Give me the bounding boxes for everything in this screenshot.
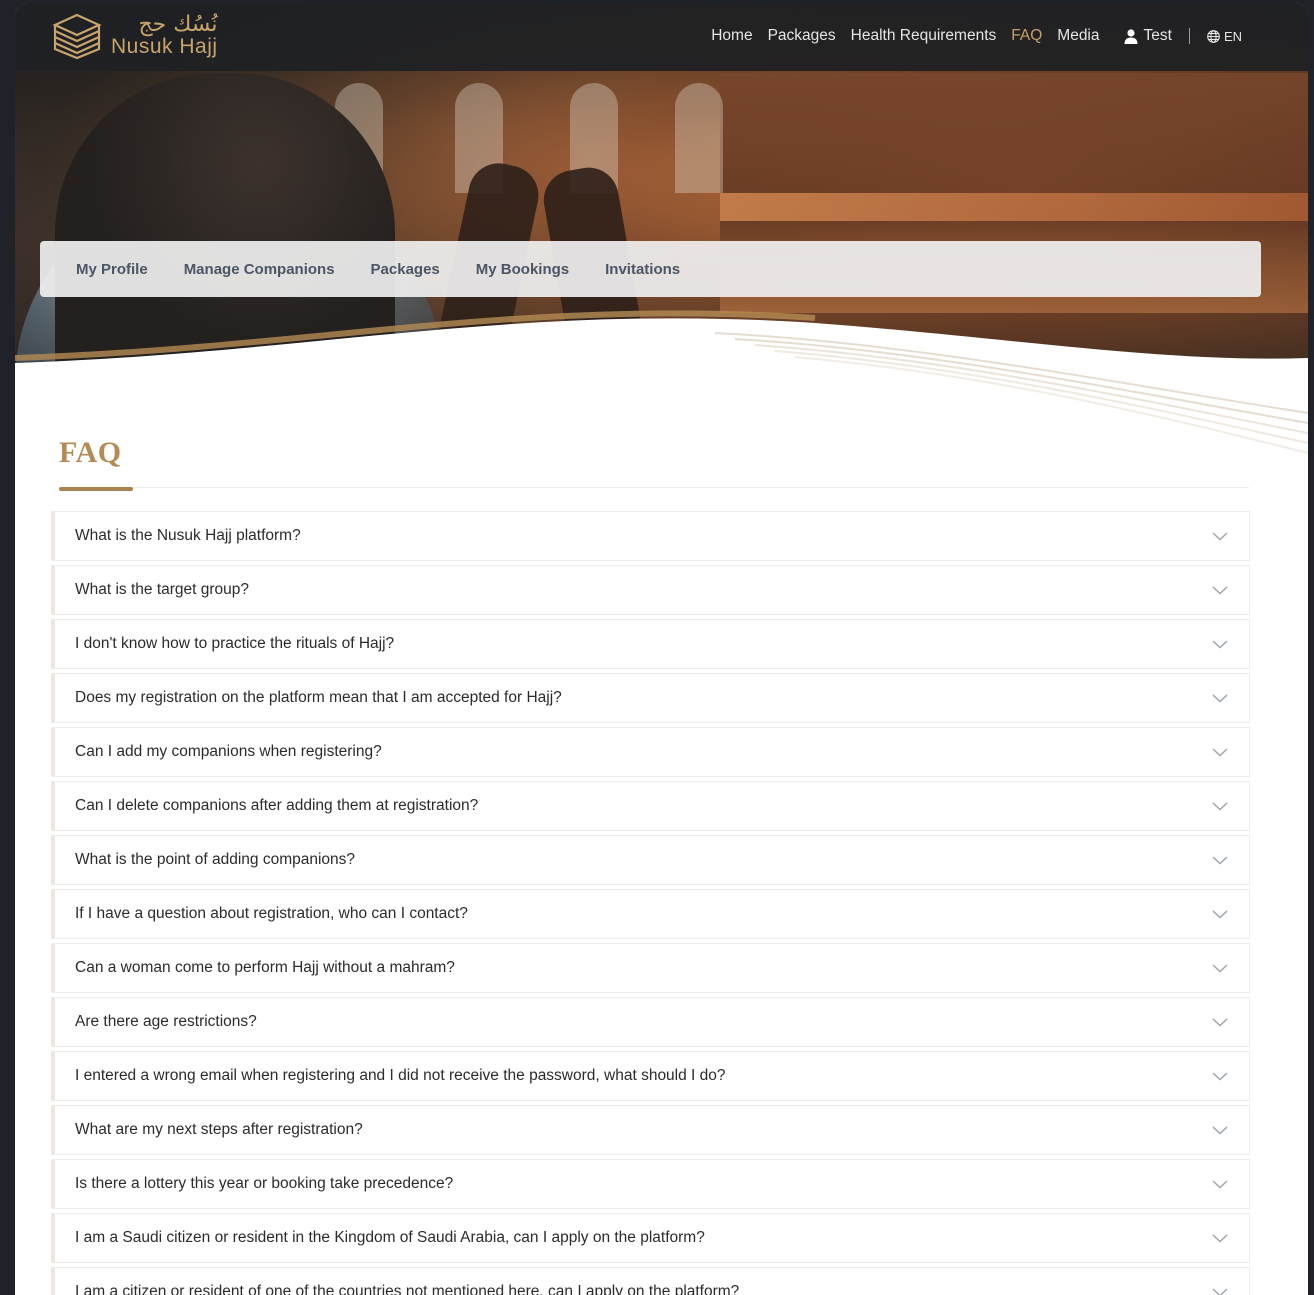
tab-invitations[interactable]: Invitations — [605, 261, 680, 278]
user-menu[interactable]: Test — [1124, 27, 1172, 45]
faq-item[interactable]: Can I add my companions when registering… — [51, 727, 1250, 777]
faq-item[interactable]: Are there age restrictions? — [51, 997, 1250, 1047]
kaaba-logo-icon — [52, 13, 102, 60]
faq-question: I don't know how to practice the rituals… — [75, 635, 395, 652]
chevron-down-icon[interactable] — [1211, 905, 1229, 923]
nusuk-hajj-logo[interactable]: نُسُك حج Nusuk Hajj — [51, 11, 218, 61]
nav-media[interactable]: Media — [1057, 27, 1099, 45]
hero-banner — [15, 3, 1308, 483]
faq-item[interactable]: I entered a wrong email when registering… — [51, 1051, 1250, 1101]
faq-question: What is the target group? — [75, 581, 250, 598]
nav-health-requirements[interactable]: Health Requirements — [851, 27, 997, 45]
chevron-down-icon[interactable] — [1211, 959, 1229, 977]
tab-manage-companions[interactable]: Manage Companions — [184, 261, 335, 278]
browser-page: نُسُك حج Nusuk Hajj Home Packages Health… — [15, 3, 1308, 1295]
tab-my-profile[interactable]: My Profile — [76, 261, 148, 278]
faq-question: If I have a question about registration,… — [75, 905, 468, 922]
faq-question: What is the Nusuk Hajj platform? — [75, 527, 301, 544]
faq-item[interactable]: What is the point of adding companions? — [51, 835, 1250, 885]
chevron-down-icon[interactable] — [1211, 581, 1229, 599]
nav-faq[interactable]: FAQ — [1011, 27, 1042, 45]
chevron-down-icon[interactable] — [1211, 1229, 1229, 1247]
user-icon — [1124, 28, 1137, 44]
chevron-down-icon[interactable] — [1211, 1067, 1229, 1085]
faq-item[interactable]: What are my next steps after registratio… — [51, 1105, 1250, 1155]
faq-item[interactable]: I am a Saudi citizen or resident in the … — [51, 1213, 1250, 1263]
chevron-down-icon[interactable] — [1211, 689, 1229, 707]
faq-item[interactable]: Can a woman come to perform Hajj without… — [51, 943, 1250, 993]
globe-icon — [1207, 29, 1220, 43]
title-underline — [59, 487, 133, 491]
faq-item[interactable]: What is the target group? — [51, 565, 1250, 615]
faq-question: Is there a lottery this year or booking … — [75, 1175, 454, 1192]
title-divider — [59, 487, 1249, 488]
tab-packages[interactable]: Packages — [371, 261, 440, 278]
nav-divider — [1188, 28, 1190, 44]
faq-accordion: What is the Nusuk Hajj platform? What is … — [51, 511, 1250, 1295]
top-navigation-bar: نُسُك حج Nusuk Hajj Home Packages Health… — [15, 3, 1308, 71]
faq-item[interactable]: Is there a lottery this year or booking … — [51, 1159, 1250, 1209]
faq-item[interactable]: Does my registration on the platform mea… — [51, 673, 1250, 723]
faq-item[interactable]: I am a citizen or resident of one of the… — [51, 1267, 1250, 1295]
faq-question: I entered a wrong email when registering… — [75, 1067, 726, 1084]
nav-packages[interactable]: Packages — [768, 27, 836, 45]
chevron-down-icon[interactable] — [1211, 1013, 1229, 1031]
chevron-down-icon[interactable] — [1211, 743, 1229, 761]
chevron-down-icon[interactable] — [1211, 1175, 1229, 1193]
hero-wave — [15, 310, 1308, 483]
chevron-down-icon[interactable] — [1211, 851, 1229, 869]
chevron-down-icon[interactable] — [1211, 635, 1229, 653]
faq-item[interactable]: Can I delete companions after adding the… — [51, 781, 1250, 831]
logo-arabic-text: نُسُك حج — [138, 12, 218, 37]
faq-item[interactable]: If I have a question about registration,… — [51, 889, 1250, 939]
account-subnav: My Profile Manage Companions Packages My… — [40, 241, 1261, 297]
faq-question: Can a woman come to perform Hajj without… — [75, 959, 455, 976]
faq-item[interactable]: What is the Nusuk Hajj platform? — [51, 511, 1250, 561]
faq-question: I am a citizen or resident of one of the… — [75, 1283, 740, 1295]
chevron-down-icon[interactable] — [1211, 1283, 1229, 1295]
page-title: FAQ — [59, 436, 122, 469]
user-name: Test — [1143, 27, 1172, 44]
chevron-down-icon[interactable] — [1211, 527, 1229, 545]
language-code: EN — [1223, 28, 1242, 44]
faq-question: Does my registration on the platform mea… — [75, 689, 562, 706]
faq-question: Are there age restrictions? — [75, 1013, 257, 1030]
chevron-down-icon[interactable] — [1211, 1121, 1229, 1139]
faq-question: Can I delete companions after adding the… — [75, 797, 479, 814]
faq-question: Can I add my companions when registering… — [75, 743, 382, 760]
faq-question: What are my next steps after registratio… — [75, 1121, 363, 1138]
tab-my-bookings[interactable]: My Bookings — [476, 261, 569, 278]
faq-question: What is the point of adding companions? — [75, 851, 356, 868]
faq-question: I am a Saudi citizen or resident in the … — [75, 1229, 705, 1246]
language-switcher[interactable]: EN — [1207, 29, 1242, 44]
main-nav: Home Packages Health Requirements FAQ Me… — [711, 27, 1242, 45]
faq-item[interactable]: I don't know how to practice the rituals… — [51, 619, 1250, 669]
logo-english-text: Nusuk Hajj — [111, 35, 218, 58]
chevron-down-icon[interactable] — [1211, 797, 1229, 815]
nav-home[interactable]: Home — [711, 27, 752, 45]
